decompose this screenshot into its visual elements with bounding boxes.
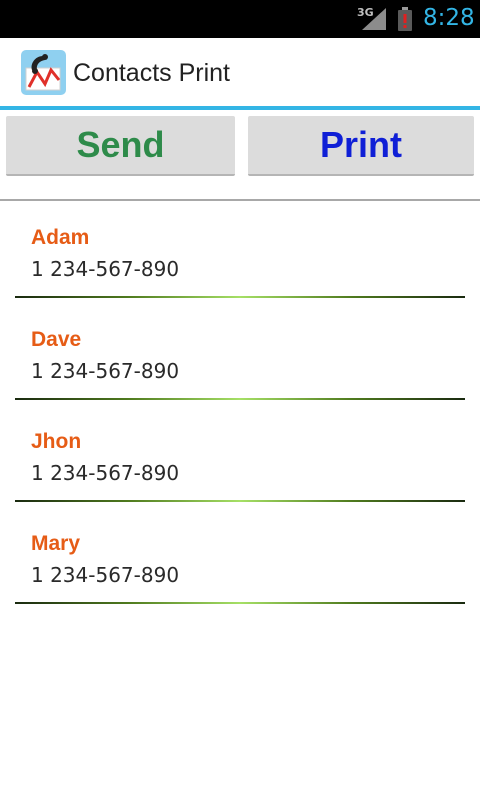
action-bar-underline — [0, 106, 480, 110]
contact-name: Dave — [31, 328, 82, 351]
battery-alert-icon — [398, 7, 412, 31]
contact-list: Adam 1 234-567-890 Dave 1 234-567-890 Jh… — [0, 201, 480, 609]
list-divider — [15, 602, 465, 604]
action-bar: Contacts Print — [0, 38, 480, 106]
status-bar: 3G 8:28 — [0, 0, 480, 38]
contact-item[interactable]: Dave 1 234-567-890 — [0, 303, 480, 405]
app-logo-icon[interactable] — [21, 50, 66, 95]
contact-name: Adam — [31, 226, 90, 249]
list-divider — [15, 296, 465, 298]
contact-phone: 1 234-567-890 — [31, 563, 180, 587]
status-time: 8:28 — [423, 5, 475, 31]
contact-name: Jhon — [31, 430, 82, 453]
contact-phone: 1 234-567-890 — [31, 461, 180, 485]
contact-phone: 1 234-567-890 — [31, 359, 180, 383]
list-divider — [15, 500, 465, 502]
signal-icon — [362, 8, 386, 30]
contact-name: Mary — [31, 532, 81, 555]
contact-item[interactable]: Mary 1 234-567-890 — [0, 507, 480, 609]
app-title: Contacts Print — [73, 59, 231, 87]
contact-phone: 1 234-567-890 — [31, 257, 180, 281]
contact-item[interactable]: Jhon 1 234-567-890 — [0, 405, 480, 507]
contact-item[interactable]: Adam 1 234-567-890 — [0, 201, 480, 303]
print-button[interactable]: Print — [248, 116, 474, 176]
send-button[interactable]: Send — [6, 116, 235, 176]
list-divider — [15, 398, 465, 400]
